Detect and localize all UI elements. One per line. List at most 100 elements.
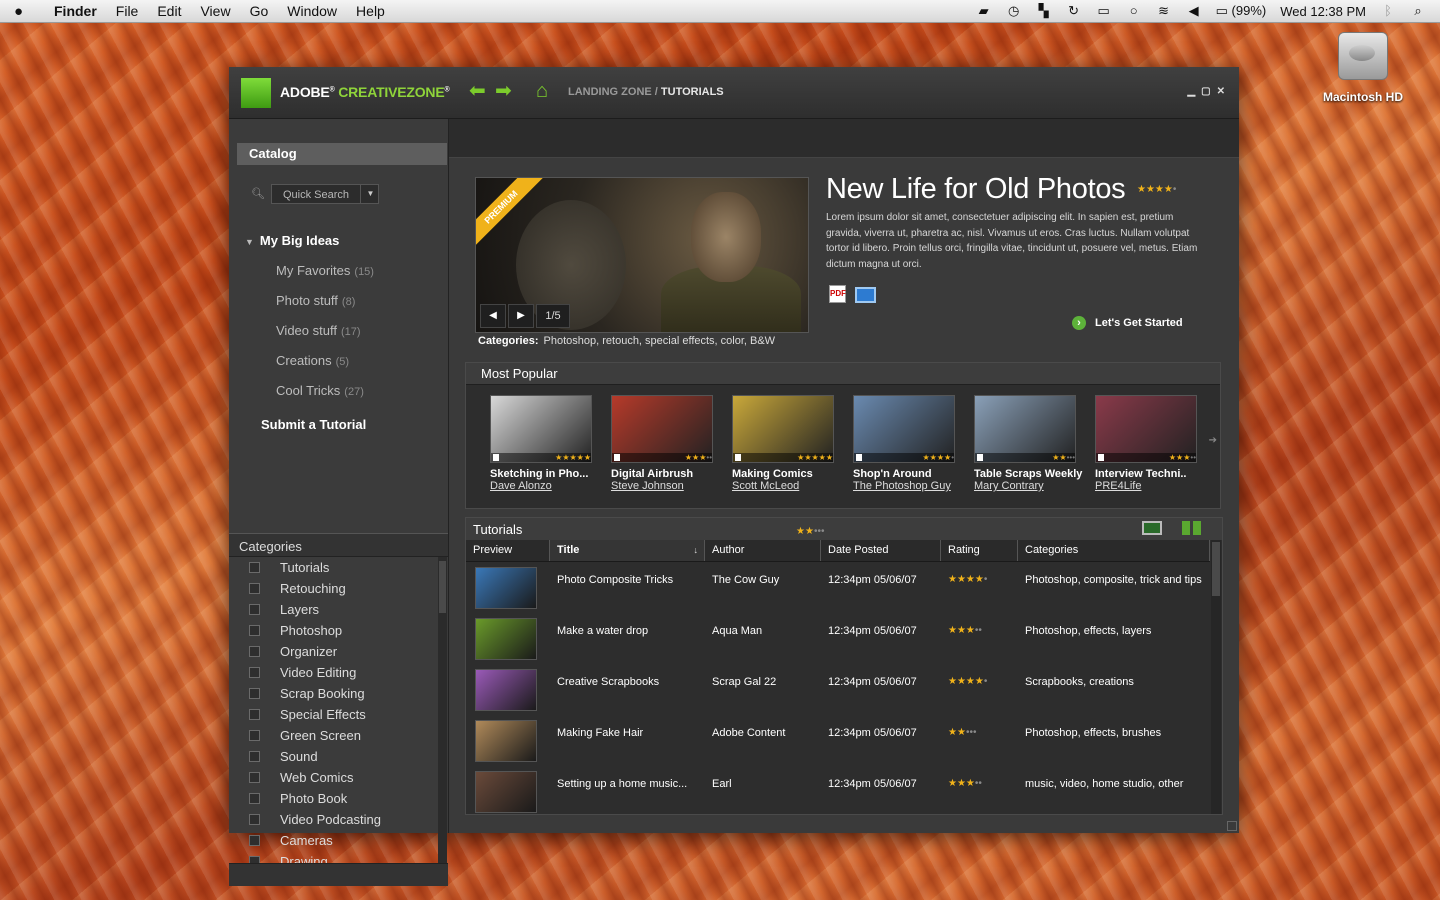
checkbox[interactable] [249, 562, 260, 573]
hero-image[interactable]: PREMIUM ◀ ▶ 1/5 [475, 177, 809, 333]
popular-title[interactable]: Sketching in Pho... [490, 468, 605, 480]
checkbox[interactable] [249, 793, 260, 804]
popular-item[interactable]: ★★★•• Digital Airbrush Steve Johnson [611, 395, 726, 492]
preview-thumbnail[interactable] [475, 771, 537, 813]
menu-finder[interactable]: Finder [54, 3, 97, 19]
category-item[interactable]: Photo Book [229, 788, 437, 809]
column-date-posted[interactable]: Date Posted [821, 540, 941, 561]
category-item[interactable]: Green Screen [229, 725, 437, 746]
popular-item[interactable]: ★★★★• Shop'n Around The Photoshop Guy [853, 395, 968, 492]
popular-title[interactable]: Table Scraps Weekly [974, 468, 1089, 480]
checkbox[interactable] [249, 856, 260, 863]
column-title[interactable]: Title ↓ [550, 540, 705, 561]
popular-author-link[interactable]: Dave Alonzo [490, 480, 605, 492]
bluetooth-icon[interactable]: ᛒ [1380, 4, 1396, 18]
popular-thumbnail[interactable]: ★★••• [974, 395, 1076, 463]
popular-thumbnail[interactable]: ★★★•• [1095, 395, 1197, 463]
pdf-icon[interactable]: PDF [829, 285, 846, 303]
maximize-icon[interactable]: ▢ [1201, 86, 1210, 97]
checkbox[interactable] [249, 667, 260, 678]
back-arrow-icon[interactable]: ⬅ [469, 81, 489, 101]
checkbox[interactable] [249, 814, 260, 825]
favorites-item[interactable]: My Favorites (15) [276, 263, 374, 278]
category-item[interactable]: Video Podcasting [229, 809, 437, 830]
title-bar[interactable]: ADOBE® CREATIVEZONE® ⬅ ➡ ⌂ LANDING ZONE … [229, 67, 1239, 119]
checkbox[interactable] [249, 625, 260, 636]
previous-slide-icon[interactable]: ◀ [480, 304, 506, 328]
popular-item[interactable]: ★★••• Table Scraps Weekly Mary Contrary [974, 395, 1089, 492]
video-icon[interactable] [855, 287, 876, 303]
popular-item[interactable]: ★★★•• Interview Techni.. PRE4Life [1095, 395, 1210, 492]
close-icon[interactable]: ✕ [1217, 86, 1225, 97]
popular-thumbnail[interactable]: ★★★★★ [490, 395, 592, 463]
popular-thumbnail[interactable]: ★★★•• [611, 395, 713, 463]
minimize-icon[interactable]: ▁ [1187, 86, 1195, 97]
table-row[interactable]: Photo Composite Tricks The Cow Guy 12:34pm… [466, 562, 1210, 613]
table-row[interactable]: Creative Scrapbooks Scrap Gal 22 12:34pm 0… [466, 664, 1210, 715]
popular-title[interactable]: Digital Airbrush [611, 468, 726, 480]
home-icon[interactable]: ⌂ [531, 80, 553, 102]
grid-view-icon[interactable] [1182, 521, 1202, 535]
scroll-right-icon[interactable]: ➔ [1209, 435, 1217, 446]
sync-icon[interactable]: ↻ [1066, 4, 1082, 18]
preview-thumbnail[interactable] [475, 567, 537, 609]
table-row[interactable]: Making Fake Hair Adobe Content 12:34pm 05/… [466, 715, 1210, 766]
popular-author-link[interactable]: Mary Contrary [974, 480, 1089, 492]
category-item[interactable]: Video Editing [229, 662, 437, 683]
menu-edit[interactable]: Edit [157, 3, 181, 19]
checkbox[interactable] [249, 646, 260, 657]
favorites-item[interactable]: Photo stuff (8) [276, 293, 355, 308]
popular-author-link[interactable]: Scott McLeod [732, 480, 847, 492]
popular-title[interactable]: Making Comics [732, 468, 847, 480]
volume-icon[interactable]: ◀ [1186, 4, 1202, 18]
menu-file[interactable]: File [116, 3, 139, 19]
category-item[interactable]: Tutorials [229, 557, 437, 578]
column-categories[interactable]: Categories [1018, 540, 1210, 561]
checkbox[interactable] [249, 835, 260, 846]
checkbox[interactable] [249, 709, 260, 720]
column-preview[interactable]: Preview [466, 540, 550, 561]
checkbox[interactable] [249, 730, 260, 741]
checkbox[interactable] [249, 751, 260, 762]
chevron-down-icon[interactable]: ▼ [360, 184, 380, 204]
category-item[interactable]: Retouching [229, 578, 437, 599]
preview-thumbnail[interactable] [475, 669, 537, 711]
category-item[interactable]: Cameras [229, 830, 437, 851]
dropbox-icon[interactable]: ▚ [1036, 4, 1052, 18]
category-item[interactable]: Layers [229, 599, 437, 620]
checkbox[interactable] [249, 772, 260, 783]
checkbox[interactable] [249, 583, 260, 594]
scrollbar-thumb[interactable] [1212, 542, 1220, 596]
menu-help[interactable]: Help [356, 3, 385, 19]
favorites-item[interactable]: Video stuff (17) [276, 323, 361, 338]
category-item[interactable]: Sound [229, 746, 437, 767]
popular-thumbnail[interactable]: ★★★★• [853, 395, 955, 463]
menu-window[interactable]: Window [287, 3, 337, 19]
category-item[interactable]: Scrap Booking [229, 683, 437, 704]
popular-item[interactable]: ★★★★★ Making Comics Scott McLeod [732, 395, 847, 492]
my-big-ideas-group[interactable]: ▼ My Big Ideas [245, 233, 339, 248]
column-rating[interactable]: Rating [941, 540, 1018, 561]
popular-title[interactable]: Interview Techni.. [1095, 468, 1210, 480]
category-item[interactable]: Drawing [229, 851, 437, 863]
submit-tutorial-link[interactable]: Submit a Tutorial [261, 417, 366, 432]
popular-author-link[interactable]: The Photoshop Guy [853, 480, 968, 492]
breadcrumb-landing-zone[interactable]: LANDING ZONE [568, 86, 652, 98]
table-row[interactable]: Setting up a home music... Earl 12:34pm 05… [466, 766, 1210, 814]
apple-menu-icon[interactable]: ● [14, 3, 36, 20]
disclosure-triangle-icon[interactable]: ▼ [245, 237, 254, 247]
menu-go[interactable]: Go [250, 3, 269, 19]
checkbox[interactable] [249, 688, 260, 699]
favorites-item[interactable]: Creations (5) [276, 353, 349, 368]
spotlight-search-icon[interactable]: ⌕ [1410, 4, 1426, 18]
popular-title[interactable]: Shop'n Around [853, 468, 968, 480]
preview-thumbnail[interactable] [475, 618, 537, 660]
chat-icon[interactable]: ▰ [976, 4, 992, 18]
checkbox[interactable] [249, 604, 260, 615]
speech-bubble-icon[interactable]: ○ [1126, 4, 1142, 18]
popular-item[interactable]: ★★★★★ Sketching in Pho... Dave Alonzo [490, 395, 605, 492]
resize-grip-icon[interactable] [1227, 821, 1237, 831]
category-item[interactable]: Photoshop [229, 620, 437, 641]
category-item[interactable]: Special Effects [229, 704, 437, 725]
popular-author-link[interactable]: PRE4Life [1095, 480, 1210, 492]
